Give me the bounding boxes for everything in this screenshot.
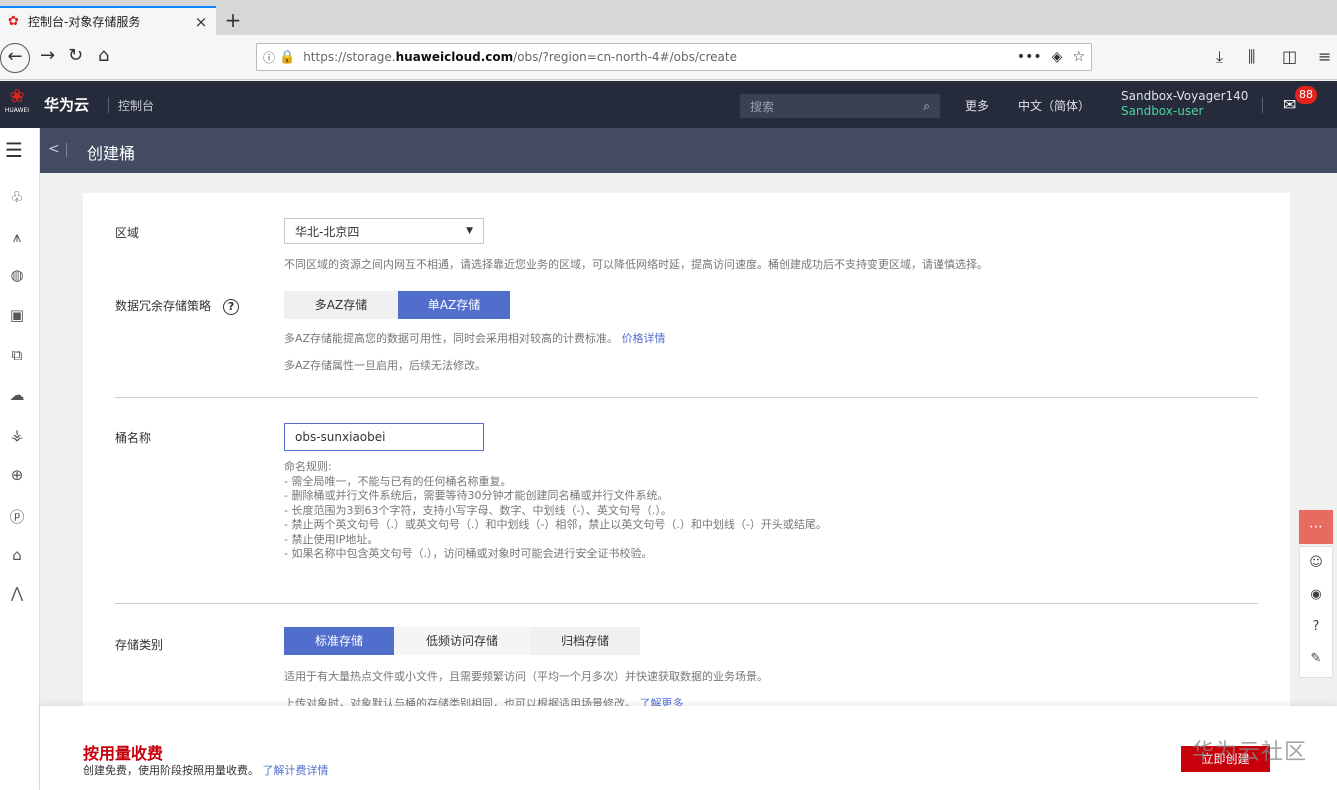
chat-icon[interactable]: ⋯ xyxy=(1299,510,1333,544)
library-icon[interactable]: ⫼ xyxy=(1248,47,1255,67)
bookmark-star-icon[interactable]: ☆ xyxy=(1072,49,1085,65)
url-bar[interactable]: ⓘ 🔒 https://storage.huaweicloud.com/obs/… xyxy=(256,43,1092,71)
page-title: 创建桶 xyxy=(87,144,136,163)
create-bucket-form: 区域 华北-北京四 ▼ 不同区域的资源之间内网互不相通，请选择靠近您业务的区域，… xyxy=(83,193,1290,790)
subheader-divider xyxy=(66,143,67,157)
network-icon[interactable]: ⚶ xyxy=(6,426,28,446)
search-input[interactable]: 搜索 xyxy=(750,98,923,115)
download-icon[interactable]: ⤓ xyxy=(1216,47,1223,67)
globe-icon[interactable]: ⊕ xyxy=(6,466,28,486)
header-search[interactable]: 搜索 ⌕ xyxy=(740,94,940,118)
huawei-petals-icon: ❀ xyxy=(9,86,25,107)
dropdown-arrow-icon: ▼ xyxy=(466,226,473,236)
new-tab-icon[interactable]: + xyxy=(222,8,244,32)
redundancy-hint: 多AZ存储能提高您的数据可用性，同时会采用相对较高的计费标准。 价格详情 xyxy=(284,332,666,345)
cloud-icon[interactable]: ☁ xyxy=(6,386,28,406)
account-name: Sandbox-Voyager140 xyxy=(1121,89,1249,103)
billing-details-link[interactable]: 了解计费详情 xyxy=(263,764,329,777)
tab-title: 控制台-对象存储服务 xyxy=(28,15,141,29)
cloud-header: ❀ HUAWEI 华为云 控制台 搜索 ⌕ 更多 中文（简体） Sandbox-… xyxy=(0,81,1337,128)
billing-footer: 按用量收费 创建免费，使用阶段按照用量收费。 了解计费详情 立即创建 xyxy=(40,706,1337,790)
floating-toolbar: ☺ ◉ ? ✎ xyxy=(1299,546,1333,678)
sidebar-toggle-icon[interactable]: ◫ xyxy=(1282,47,1297,66)
single-az-button[interactable]: 单AZ存储 xyxy=(398,291,510,319)
console-link[interactable]: 控制台 xyxy=(118,97,154,114)
mail-icon[interactable]: ✉ xyxy=(1283,95,1296,114)
multi-az-button[interactable]: 多AZ存储 xyxy=(284,291,398,319)
community-watermark: 华为云社区 xyxy=(1192,740,1308,765)
billing-description: 创建免费，使用阶段按照用量收费。 了解计费详情 xyxy=(83,764,329,777)
reload-icon[interactable]: ↻ xyxy=(68,45,83,66)
redundancy-hint-2: 多AZ存储属性一旦启用，后续无法修改。 xyxy=(284,359,487,372)
region-select[interactable]: 华北-北京四 ▼ xyxy=(284,218,484,244)
search-icon[interactable]: ⌕ xyxy=(923,99,930,114)
sub-user-name: Sandbox-user xyxy=(1121,104,1204,118)
bucket-name-input[interactable]: obs-sunxiaobei xyxy=(284,423,484,451)
survey-edit-icon[interactable]: ✎ xyxy=(1300,651,1332,666)
user-account[interactable]: Sandbox-Voyager140 Sandbox-user xyxy=(1121,89,1248,119)
header-divider xyxy=(108,97,109,113)
url-text[interactable]: https://storage.huaweicloud.com/obs/?reg… xyxy=(303,50,1007,64)
feedback-smile-icon[interactable]: ☺ xyxy=(1300,555,1332,570)
browser-tabbar: ✿ 控制台-对象存储服务 × + xyxy=(0,0,1337,35)
huawei-favicon-icon: ✿ xyxy=(8,13,19,29)
disk-icon[interactable]: ▣ xyxy=(6,306,28,326)
naming-rules: 命名规则: - 需全局唯一，不能与已有的任何桶名称重复。 - 删除桶或并行文件系… xyxy=(284,460,827,560)
language-selector[interactable]: 中文（简体） xyxy=(1018,97,1090,114)
storage-class-label: 存储类别 xyxy=(115,638,164,652)
storage-class-hint: 适用于有大量热点文件或小文件，且需要频繁访问（平均一个月多次）并快速获取数据的业… xyxy=(284,670,768,683)
main-content: 区域 华北-北京四 ▼ 不同区域的资源之间内网互不相通，请选择靠近您业务的区域，… xyxy=(40,173,1337,790)
mail-badge: 88 xyxy=(1295,86,1317,104)
back-arrow-icon[interactable]: ← xyxy=(0,43,30,73)
page-actions-icon[interactable]: ••• xyxy=(1017,49,1042,65)
standard-storage-button[interactable]: 标准存储 xyxy=(284,627,394,655)
tab-close-icon[interactable]: × xyxy=(194,13,208,31)
redundancy-options: 多AZ存储 单AZ存储 xyxy=(284,291,510,319)
storage-icon[interactable]: ◍ xyxy=(6,266,28,286)
service-eye-icon[interactable]: ◉ xyxy=(1300,587,1332,602)
archive-storage-button[interactable]: 归档存储 xyxy=(530,627,640,655)
brand-name[interactable]: 华为云 xyxy=(44,94,89,115)
region-label: 区域 xyxy=(115,226,140,240)
infrequent-access-button[interactable]: 低频访问存储 xyxy=(394,627,530,655)
home-icon[interactable]: ⌂ xyxy=(98,45,109,66)
header-divider xyxy=(1262,97,1263,113)
bucket-name-label: 桶名称 xyxy=(115,431,152,445)
forward-arrow-icon[interactable]: → xyxy=(40,45,55,66)
huawei-logo[interactable]: ❀ HUAWEI xyxy=(4,87,30,121)
section-divider xyxy=(115,397,1258,398)
section-divider xyxy=(115,603,1258,604)
info-icon[interactable]: ⓘ xyxy=(263,49,275,66)
region-hint: 不同区域的资源之间内网互不相通，请选择靠近您业务的区域，可以降低网络时延，提高访… xyxy=(284,258,988,271)
monitor-icon[interactable]: ⋀ xyxy=(6,584,28,604)
hamburger-menu-icon[interactable]: ≡ xyxy=(1318,47,1331,66)
compute-icon[interactable]: ⩚ xyxy=(6,228,28,248)
cloud-upload-icon[interactable]: ⌂ xyxy=(6,546,28,566)
price-details-link[interactable]: 价格详情 xyxy=(622,332,666,345)
backup-icon[interactable]: ⧉ xyxy=(6,346,28,366)
lock-icon: 🔒 xyxy=(279,49,296,65)
service-list-icon[interactable]: ♧ xyxy=(6,188,28,208)
page-subheader: < 创建桶 xyxy=(40,128,1337,173)
more-menu[interactable]: 更多 xyxy=(965,97,989,114)
help-icon[interactable]: ? xyxy=(223,298,240,315)
storage-class-options: 标准存储 低频访问存储 归档存储 xyxy=(284,627,640,655)
browser-tab[interactable]: ✿ 控制台-对象存储服务 × xyxy=(0,6,216,35)
ip-icon[interactable]: ⓟ xyxy=(6,506,28,526)
billing-title: 按用量收费 xyxy=(83,744,164,763)
browser-toolbar: ← → ↻ ⌂ ⓘ 🔒 https://storage.huaweicloud.… xyxy=(0,35,1337,80)
left-sidebar: ☰ ♧ ⩚ ◍ ▣ ⧉ ☁ ⚶ ⊕ ⓟ ⌂ ⋀ xyxy=(0,128,40,790)
back-chevron-icon[interactable]: < xyxy=(48,141,60,157)
help-question-icon[interactable]: ? xyxy=(1300,619,1332,634)
pocket-icon[interactable]: ◈ xyxy=(1052,49,1063,65)
menu-icon[interactable]: ☰ xyxy=(5,138,25,162)
redundancy-label: 数据冗余存储策略? xyxy=(115,297,240,315)
